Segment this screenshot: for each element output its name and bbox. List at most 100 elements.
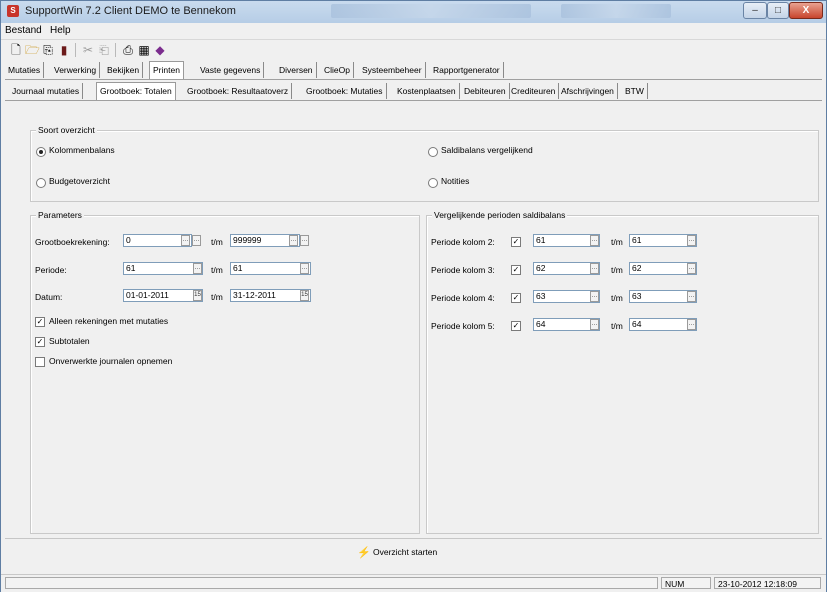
compare-row-from-dropdown-button[interactable]: … — [590, 319, 599, 330]
datum-tm-label: t/m — [211, 292, 223, 302]
compare-row-label: Periode kolom 3: — [431, 265, 495, 275]
minimize-button[interactable]: – — [743, 2, 767, 19]
radio-kolommenbalans[interactable] — [36, 147, 46, 157]
checkbox-subtotalen[interactable]: ✓ — [35, 337, 45, 347]
printer-icon[interactable]: ⎙ — [121, 43, 135, 57]
window-title: SupportWin 7.2 Client DEMO te Bennekom — [25, 5, 236, 17]
open-folder-icon[interactable]: 🗁 — [25, 43, 40, 57]
datum-to-input[interactable]: 31-12-2011 — [230, 289, 311, 302]
toolbar: 🗋 🗁 ⎘ ▮ ✂ ⎗ ⎙ ▦ ◆ — [1, 40, 826, 60]
title-bar[interactable]: S SupportWin 7.2 Client DEMO te Bennekom… — [1, 1, 826, 23]
checkbox-label-alleen-mutaties[interactable]: Alleen rekeningen met mutaties — [49, 316, 168, 326]
radio-label-notities[interactable]: Notities — [441, 176, 469, 186]
datum-from-calendar-icon[interactable]: 15 — [193, 290, 202, 301]
overview-group: Soort overzicht Kolommenbalans Saldibala… — [30, 125, 819, 202]
tab-crediteuren[interactable]: Crediteuren — [508, 83, 560, 99]
tab-verwerking[interactable]: Verwerking — [51, 62, 101, 78]
radio-notities[interactable] — [428, 178, 438, 188]
tab-systeembeheer[interactable]: Systeembeheer — [359, 62, 426, 78]
paste-icon[interactable]: ⎗ — [97, 43, 111, 57]
compare-group-title: Vergelijkende perioden saldibalans — [432, 210, 568, 220]
radio-budgetoverzicht[interactable] — [36, 178, 46, 188]
num-lock-indicator: NUM — [661, 577, 711, 589]
periode-from-input[interactable]: 61 — [123, 262, 203, 275]
grootboek-label: Grootboekrekening: — [35, 237, 110, 247]
tab-btw[interactable]: BTW — [622, 83, 648, 99]
tab-grootboek-totalen[interactable]: Grootboek: Totalen — [96, 82, 176, 101]
grootboek-from-lookup-button[interactable]: … — [181, 235, 190, 246]
checkbox-alleen-mutaties[interactable]: ✓ — [35, 317, 45, 327]
compare-row-to-dropdown-button[interactable]: … — [687, 291, 696, 302]
compare-row-checkbox[interactable]: ✓ — [511, 237, 521, 247]
tab-printen[interactable]: Printen — [149, 61, 184, 80]
compare-row-tm-label: t/m — [611, 293, 623, 303]
status-datetime: 23-10-2012 12:18:09 — [714, 577, 821, 589]
tab-bekijken[interactable]: Bekijken — [104, 62, 144, 78]
radio-label-budgetoverzicht[interactable]: Budgetoverzicht — [49, 176, 110, 186]
tab-grootboek-mutaties[interactable]: Grootboek: Mutaties — [303, 83, 387, 99]
compare-row-label: Periode kolom 5: — [431, 321, 495, 331]
compare-row-to-dropdown-button[interactable]: … — [687, 263, 696, 274]
parameters-group-title: Parameters — [36, 210, 84, 220]
periode-from-dropdown-button[interactable]: … — [193, 263, 202, 274]
calculator-icon[interactable]: ▦ — [137, 43, 151, 57]
datum-from-input[interactable]: 01-01-2011 — [123, 289, 203, 302]
tab-diversen[interactable]: Diversen — [276, 62, 317, 78]
status-bar: NUM 23-10-2012 12:18:09 — [1, 574, 826, 592]
checkbox-label-subtotalen[interactable]: Subtotalen — [49, 336, 90, 346]
compare-row-checkbox[interactable]: ✓ — [511, 293, 521, 303]
menu-help[interactable]: Help — [50, 25, 71, 36]
compare-row-checkbox[interactable]: ✓ — [511, 321, 521, 331]
status-pane-main — [5, 577, 658, 589]
tab-debiteuren[interactable]: Debiteuren — [461, 83, 510, 99]
tab-clieop[interactable]: ClieOp — [321, 62, 354, 78]
overview-group-title: Soort overzicht — [36, 125, 97, 135]
maximize-button[interactable]: □ — [767, 2, 789, 19]
main-tab-divider — [5, 79, 822, 80]
toolbar-separator — [75, 43, 76, 57]
periode-label: Periode: — [35, 265, 67, 275]
compare-group: Vergelijkende perioden saldibalans Perio… — [426, 210, 819, 534]
periode-to-input[interactable]: 61 — [230, 262, 311, 275]
periode-to-dropdown-button[interactable]: … — [300, 263, 309, 274]
sub-tab-divider — [5, 100, 822, 101]
tab-afschrijvingen[interactable]: Afschrijvingen — [558, 83, 618, 99]
tab-journaal-mutaties[interactable]: Journaal mutaties — [9, 83, 84, 99]
grootboek-from-more-button[interactable]: … — [192, 235, 201, 246]
radio-label-saldibalans[interactable]: Saldibalans vergelijkend — [441, 145, 533, 155]
tab-grootboek-resultaatoverz[interactable]: Grootboek: Resultaatoverz — [184, 83, 293, 99]
app-window: S SupportWin 7.2 Client DEMO te Bennekom… — [0, 0, 827, 592]
compare-row-to-dropdown-button[interactable]: … — [687, 235, 696, 246]
compare-row-from-dropdown-button[interactable]: … — [590, 291, 599, 302]
compare-row-from-dropdown-button[interactable]: … — [590, 263, 599, 274]
title-blur-area — [331, 4, 531, 18]
eraser-icon[interactable]: ◆ — [153, 43, 167, 57]
tab-kostenplaatsen[interactable]: Kostenplaatsen — [394, 83, 460, 99]
cut-icon[interactable]: ✂ — [81, 43, 95, 57]
checkbox-onverwerkte-journalen[interactable] — [35, 357, 45, 367]
tab-vaste-gegevens[interactable]: Vaste gegevens — [197, 62, 265, 78]
action-bar: ⚡ Overzicht starten — [5, 538, 822, 566]
close-button[interactable]: X — [789, 2, 823, 19]
menu-bestand[interactable]: Bestand — [5, 25, 42, 36]
checkbox-label-onverwerkte-journalen[interactable]: Onverwerkte journalen opnemen — [49, 356, 172, 366]
menu-bar: Bestand Help — [1, 23, 826, 40]
compare-row-from-dropdown-button[interactable]: … — [590, 235, 599, 246]
radio-label-kolommenbalans[interactable]: Kolommenbalans — [49, 145, 115, 155]
overzicht-starten-button[interactable]: Overzicht starten — [373, 547, 437, 557]
datum-to-calendar-icon[interactable]: 15 — [300, 290, 309, 301]
grootboek-tm-label: t/m — [211, 237, 223, 247]
new-doc-icon[interactable]: 🗋 — [9, 43, 23, 57]
toolbar-separator — [115, 43, 116, 57]
compare-row-checkbox[interactable]: ✓ — [511, 265, 521, 275]
copy-icon[interactable]: ⎘ — [41, 43, 55, 57]
book-icon[interactable]: ▮ — [57, 43, 71, 57]
tab-mutaties[interactable]: Mutaties — [5, 62, 45, 78]
tab-rapportgenerator[interactable]: Rapportgenerator — [430, 62, 504, 78]
compare-row-tm-label: t/m — [611, 237, 623, 247]
radio-saldibalans[interactable] — [428, 147, 438, 157]
compare-row-to-dropdown-button[interactable]: … — [687, 319, 696, 330]
grootboek-to-more-button[interactable]: … — [300, 235, 309, 246]
compare-row-label: Periode kolom 4: — [431, 293, 495, 303]
grootboek-to-lookup-button[interactable]: … — [289, 235, 298, 246]
